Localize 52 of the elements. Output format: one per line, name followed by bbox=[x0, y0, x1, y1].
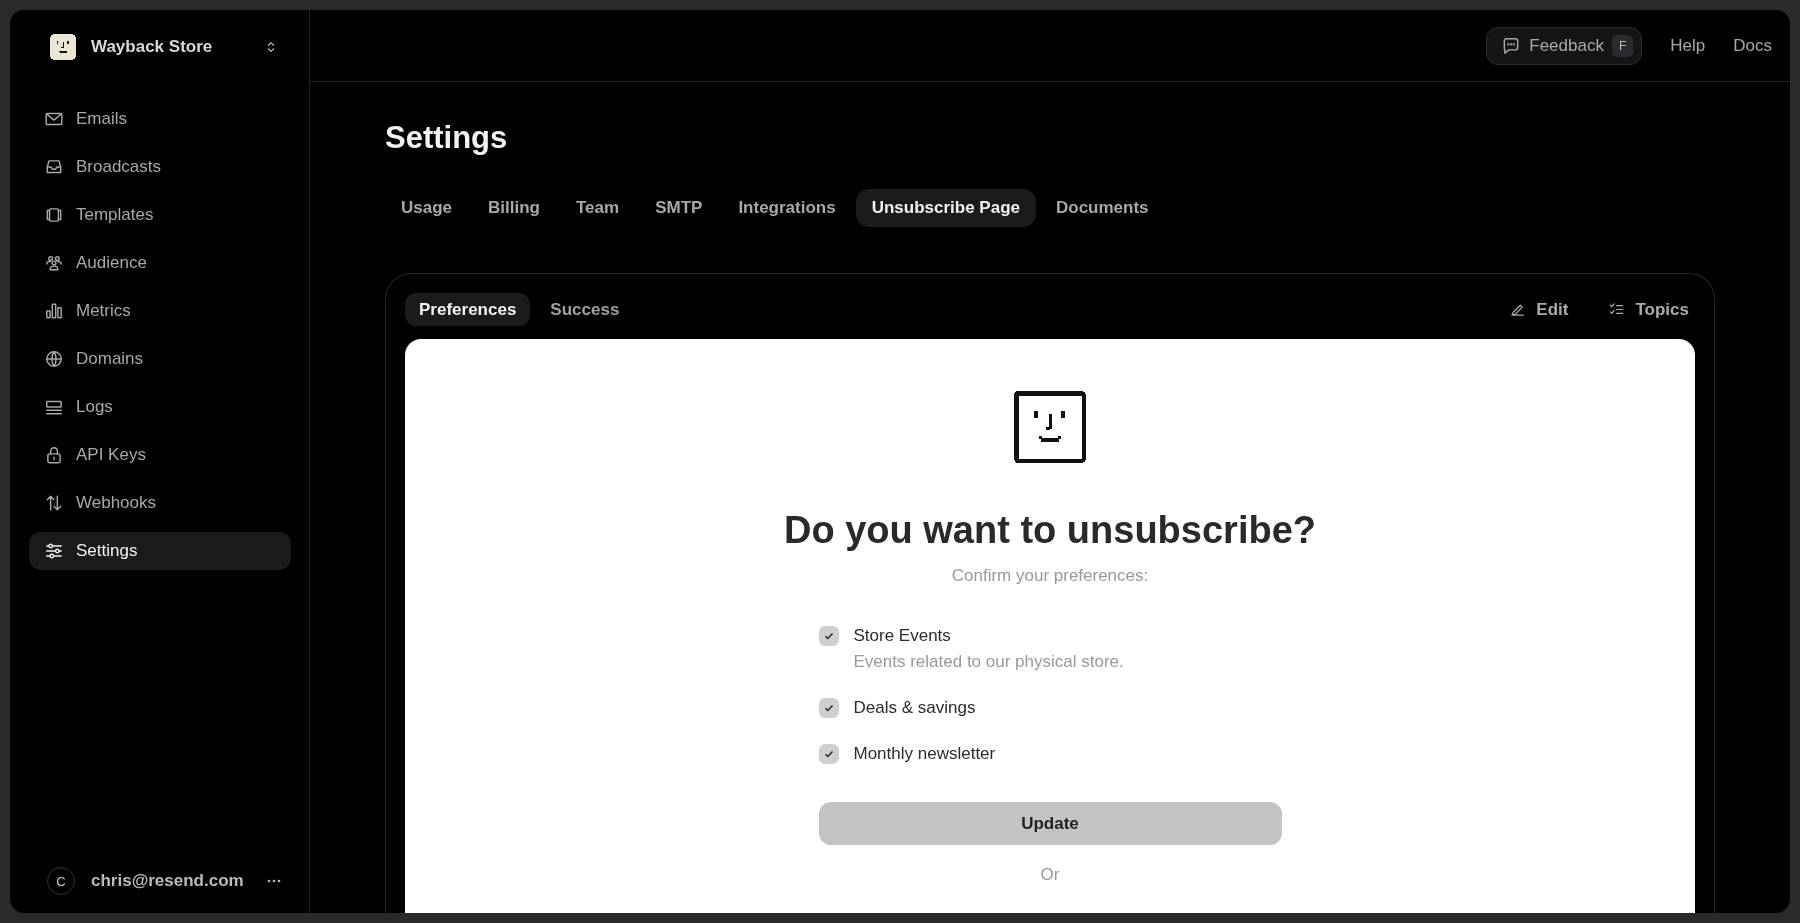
topic-name: Monthly newsletter bbox=[853, 744, 997, 764]
sidebar-item[interactable]: Webhooks bbox=[29, 484, 291, 522]
preview-tab[interactable]: Success bbox=[536, 293, 634, 326]
logo-icon bbox=[49, 33, 77, 61]
shortcut-key: F bbox=[1611, 34, 1634, 57]
sidebar-item[interactable]: Broadcasts bbox=[29, 148, 291, 186]
preview-subtitle: Confirm your preferences: bbox=[951, 566, 1149, 586]
settings-tab[interactable]: Documents bbox=[1040, 189, 1165, 227]
up-down-arrows-icon bbox=[44, 493, 64, 513]
or-separator: Or bbox=[1040, 865, 1060, 885]
bar-chart-icon bbox=[44, 301, 64, 321]
update-button[interactable]: Update bbox=[818, 802, 1282, 845]
settings-tab[interactable]: SMTP bbox=[639, 189, 719, 227]
topic-name: Deals & savings bbox=[853, 698, 977, 718]
lock-icon bbox=[44, 445, 64, 465]
topic-description: Events related to our physical store. bbox=[853, 652, 1125, 672]
toolbar-button[interactable]: Edit bbox=[1503, 298, 1575, 321]
sidebar-item[interactable]: Domains bbox=[29, 340, 291, 378]
sidebar-item[interactable]: Logs bbox=[29, 388, 291, 426]
settings-tab[interactable]: Usage bbox=[385, 189, 469, 227]
check-icon bbox=[822, 630, 835, 642]
sidebar-item[interactable]: Settings bbox=[29, 532, 291, 570]
topic-checkbox[interactable] bbox=[818, 744, 839, 764]
settings-tab[interactable]: Integrations bbox=[722, 189, 852, 227]
settings-tab[interactable]: Billing bbox=[472, 189, 556, 227]
sidebar-item[interactable]: Metrics bbox=[29, 292, 291, 330]
feedback-button[interactable]: Feedback F bbox=[1486, 26, 1643, 65]
workspace-name[interactable]: Wayback Store bbox=[91, 37, 249, 57]
page-title: Settings bbox=[385, 120, 509, 156]
topic-checkbox[interactable] bbox=[818, 626, 839, 646]
frames-icon bbox=[44, 205, 64, 225]
check-icon bbox=[822, 748, 835, 760]
toolbar-button[interactable]: Topics bbox=[1602, 298, 1695, 321]
sidebar-item[interactable]: API Keys bbox=[29, 436, 291, 474]
sliders-icon bbox=[44, 541, 64, 561]
topic-name: Store Events bbox=[853, 626, 952, 646]
sidebar-item[interactable]: Templates bbox=[29, 196, 291, 234]
globe-icon bbox=[44, 349, 64, 369]
preview-tab[interactable]: Preferences bbox=[405, 293, 531, 326]
sidebar-item[interactable]: Emails bbox=[29, 100, 291, 138]
people-icon bbox=[44, 253, 64, 273]
header-link[interactable]: Help bbox=[1670, 35, 1706, 56]
topic-checkbox[interactable] bbox=[818, 698, 839, 718]
check-icon bbox=[822, 702, 835, 714]
settings-tab[interactable]: Unsubscribe Page bbox=[855, 189, 1036, 227]
more-icon[interactable] bbox=[267, 879, 281, 883]
smiley-logo-icon bbox=[1014, 391, 1086, 463]
user-email: chris@resend.com bbox=[91, 871, 245, 891]
preview-heading: Do you want to unsubscribe? bbox=[784, 509, 1316, 552]
settings-tab[interactable]: Team bbox=[560, 189, 636, 227]
header-link[interactable]: Docs bbox=[1733, 35, 1772, 56]
sidebar-item[interactable]: Audience bbox=[29, 244, 291, 282]
